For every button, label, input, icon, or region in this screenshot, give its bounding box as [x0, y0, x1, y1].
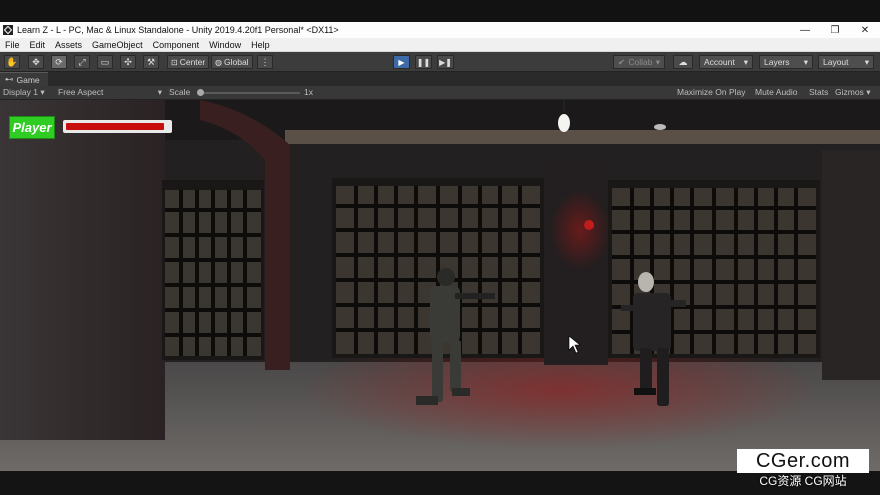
grid-snap-icon[interactable]: ⋮: [257, 55, 273, 69]
account-dropdown[interactable]: Account ▾: [699, 55, 753, 69]
scale-slider-track[interactable]: [200, 92, 300, 94]
chevron-down-icon: ▾: [655, 56, 660, 67]
collab-label: Collab: [628, 57, 653, 67]
gizmos-dropdown[interactable]: Gizmos ▾: [835, 86, 870, 99]
ceiling-pipe: [285, 130, 880, 144]
restore-button[interactable]: ❐: [820, 22, 850, 38]
chevron-down-icon: ▾: [864, 56, 869, 67]
window-controls: — ❐ ✕: [790, 22, 880, 38]
ceiling-lamp: [558, 114, 570, 132]
aspect-dropdown[interactable]: Free Aspect ▾: [58, 86, 162, 99]
chevron-down-icon: ▾: [866, 87, 871, 97]
health-bar: [63, 120, 172, 133]
mute-audio-button[interactable]: Mute Audio: [755, 86, 798, 99]
chevron-down-icon: ▾: [803, 56, 808, 67]
game-scene: [0, 100, 880, 471]
menu-bar: File Edit Assets GameObject Component Wi…: [0, 38, 880, 52]
watermark: CGer.com CG资源 CG网站: [737, 449, 869, 491]
chevron-down-icon: ▾: [157, 87, 162, 97]
display-label: Display 1: [3, 87, 38, 97]
scale-tool-icon[interactable]: ⤢: [74, 55, 90, 69]
scale-label: Scale: [169, 87, 191, 97]
game-view-toolbar: Display 1 ▾ Free Aspect ▾ Scale 1x Maxim…: [0, 86, 880, 100]
space-global-button[interactable]: ◍ Global: [211, 55, 253, 69]
space-label: Global: [223, 57, 249, 67]
gamepad-icon: ⊷: [5, 74, 14, 84]
minimize-button[interactable]: —: [790, 22, 820, 38]
maximize-on-play-button[interactable]: Maximize On Play: [677, 86, 746, 99]
menu-component[interactable]: Component: [148, 38, 205, 52]
pause-button[interactable]: ❚❚: [415, 55, 432, 69]
unity-logo-icon: [3, 25, 13, 35]
pivot-center-button[interactable]: ⊡ Center: [167, 55, 209, 69]
rotate-tool-icon[interactable]: ⟳: [51, 55, 67, 69]
chevron-down-icon: ▾: [40, 87, 45, 97]
scale-value: 1x: [304, 87, 313, 97]
tab-game[interactable]: ⊷ Game: [0, 72, 48, 86]
play-button[interactable]: ▶: [393, 55, 410, 69]
red-wall-glow: [550, 190, 610, 270]
title-bar: Learn Z - L - PC, Mac & Linux Standalone…: [0, 22, 880, 38]
layers-dropdown[interactable]: Layers ▾: [759, 55, 813, 69]
pivot-label: Center: [179, 57, 206, 67]
scale-slider-handle[interactable]: [197, 89, 204, 96]
ceiling-lamp-far: [654, 124, 666, 130]
tab-bar: ⊷ Game: [0, 72, 880, 86]
chevron-down-icon: ▾: [743, 56, 748, 67]
stats-button[interactable]: Stats: [809, 86, 828, 99]
rect-tool-icon[interactable]: ▭: [97, 55, 113, 69]
menu-window[interactable]: Window: [204, 38, 246, 52]
menu-help[interactable]: Help: [246, 38, 275, 52]
main-toolbar: ✋ ✥ ⟳ ⤢ ▭ ✣ ⚒ ⊡ Center ◍ Global ⋮ ▶ ❚❚ ▶❚ …: [0, 52, 880, 72]
watermark-sub: CG资源 CG网站: [759, 474, 847, 488]
tab-game-label: Game: [16, 74, 40, 85]
collab-check-icon: ✔: [618, 56, 626, 67]
cloud-icon[interactable]: ☁: [673, 55, 693, 69]
pivot-icon: ⊡: [171, 57, 178, 67]
player-label: Player: [9, 116, 55, 139]
watermark-main: CGer.com: [737, 449, 869, 473]
display-dropdown[interactable]: Display 1 ▾: [3, 86, 45, 99]
step-button[interactable]: ▶❚: [437, 55, 454, 69]
layout-dropdown[interactable]: Layout ▾: [818, 55, 874, 69]
layout-label: Layout: [823, 57, 849, 67]
window-title: Learn Z - L - PC, Mac & Linux Standalone…: [17, 25, 339, 35]
hand-tool-icon[interactable]: ✋: [4, 55, 20, 69]
menu-assets[interactable]: Assets: [50, 38, 87, 52]
menu-file[interactable]: File: [0, 38, 25, 52]
account-label: Account: [704, 57, 735, 67]
collab-dropdown[interactable]: ✔ Collab ▾: [613, 55, 665, 69]
close-button[interactable]: ✕: [850, 22, 880, 38]
aspect-label: Free Aspect: [58, 87, 104, 97]
menu-gameobject[interactable]: GameObject: [87, 38, 148, 52]
right-brick-wall: [822, 150, 880, 380]
layers-label: Layers: [764, 57, 790, 67]
transform-tool-icon[interactable]: ✣: [120, 55, 136, 69]
health-bar-fill: [66, 123, 164, 130]
top-black-strip: [0, 0, 880, 22]
gizmos-label: Gizmos: [835, 87, 864, 97]
move-tool-icon[interactable]: ✥: [28, 55, 44, 69]
globe-icon: ◍: [215, 57, 222, 67]
left-brick-pillar: [0, 100, 165, 440]
custom-tool-icon[interactable]: ⚒: [143, 55, 159, 69]
left-gate: [162, 180, 264, 360]
game-viewport[interactable]: Player: [0, 100, 880, 471]
menu-edit[interactable]: Edit: [25, 38, 51, 52]
